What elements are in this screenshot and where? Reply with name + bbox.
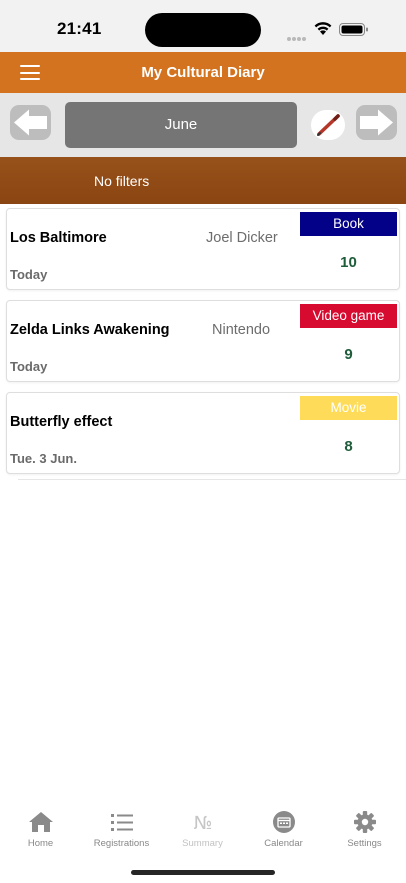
entry-rating: 8 [344,438,353,455]
gear-icon [353,811,376,833]
entry-card[interactable]: Los Baltimore Joel Dicker Today Book 10 [6,208,400,290]
tab-label: Settings [347,838,382,849]
tab-label: Registrations [93,838,150,849]
entry-type-badge: Video game [300,304,397,328]
filter-bar[interactable]: No filters [0,157,406,204]
pencil-icon [317,114,340,136]
tab-bar: Home Registrations № Summary Calendar Se… [0,800,406,860]
tab-settings[interactable]: Settings [324,800,405,856]
tab-registrations[interactable]: Registrations [81,800,162,856]
entry-date: Today [10,267,48,282]
status-bar: 21:41 [0,0,406,52]
entry-author: Nintendo [212,322,271,338]
next-month-button[interactable] [356,105,397,140]
month-navigation: June [0,93,406,157]
entry-rating: 9 [344,346,353,363]
tab-summary[interactable]: № Summary [162,800,243,856]
entry-date: Tue. 3 Jun. [10,451,77,466]
entry-type-badge: Movie [300,396,397,420]
entry-title: Zelda Links Awakening [10,322,170,338]
home-icon [28,812,53,832]
app-header: My Cultural Diary [0,52,406,93]
month-selector-button[interactable]: June [65,102,297,148]
numero-icon: № [193,813,212,834]
signal-dots-icon [287,28,309,41]
entry-rating: 10 [340,254,357,271]
calendar-icon [272,811,295,833]
entry-card[interactable]: Butterfly effect Tue. 3 Jun. Movie 8 [6,392,400,474]
tab-label: Summary [182,838,223,849]
entry-title: Butterfly effect [10,414,113,430]
svg-text:№: № [193,813,212,834]
entry-author: Joel Dicker [206,230,278,246]
tab-label: Calendar [264,838,303,849]
list-icon [110,814,133,831]
arrow-left-icon [14,109,47,136]
entry-date: Today [10,359,48,374]
page-title: My Cultural Diary [141,64,265,81]
arrow-right-icon [360,109,393,136]
tab-home[interactable]: Home [0,800,81,856]
filter-label: No filters [94,173,150,189]
battery-icon [339,23,368,36]
entry-title: Los Baltimore [10,230,107,246]
wifi-icon [314,22,332,35]
dynamic-island [145,13,261,47]
status-time: 21:41 [57,19,102,38]
entry-type-badge: Book [300,212,397,236]
list-divider [18,479,406,480]
edit-button[interactable] [311,110,345,140]
entry-card[interactable]: Zelda Links Awakening Nintendo Today Vid… [6,300,400,382]
tab-label: Home [27,838,54,849]
previous-month-button[interactable] [10,105,51,140]
tab-calendar[interactable]: Calendar [243,800,324,856]
home-indicator [131,870,275,875]
